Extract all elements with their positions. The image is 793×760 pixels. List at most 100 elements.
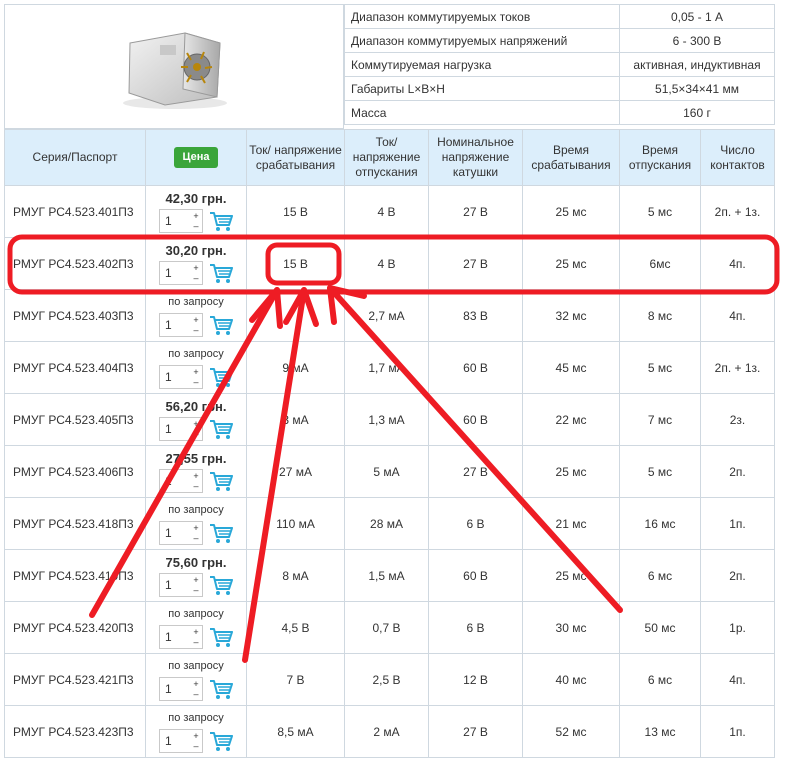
quantity-input[interactable]: 1 (160, 422, 190, 436)
release-value: 1,3 мА (344, 393, 429, 446)
quantity-input[interactable]: 1 (160, 682, 190, 696)
quantity-input[interactable]: 1 (160, 630, 190, 644)
cart-icon[interactable] (209, 314, 233, 336)
qty-minus-button[interactable]: – (190, 533, 202, 543)
cart-icon[interactable] (209, 626, 233, 648)
col-header-price: Цена (145, 129, 247, 186)
spec-value: активная, индуктивная (619, 52, 775, 77)
qty-minus-button[interactable]: – (190, 377, 202, 387)
qty-plus-button[interactable]: + (190, 679, 202, 689)
cart-icon[interactable] (209, 678, 233, 700)
quantity-stepper[interactable]: 1 + – (159, 520, 203, 545)
qty-plus-button[interactable]: + (190, 367, 202, 377)
coil-value: 27 В (428, 445, 523, 498)
cart-icon[interactable] (209, 574, 233, 596)
qty-plus-button[interactable]: + (190, 575, 202, 585)
stepper-buttons: + – (190, 419, 202, 439)
product-name: РМУГ РС4.523.420П3 (4, 601, 146, 654)
quantity-stepper[interactable]: 1 + – (159, 468, 203, 493)
qty-minus-button[interactable]: – (190, 689, 202, 699)
qty-minus-button[interactable]: – (190, 325, 202, 335)
qty-minus-button[interactable]: – (190, 429, 202, 439)
rel-time-value: 5 мс (619, 341, 701, 394)
table-row: РМУГ РС4.523.406П3 27,55 грн. 1 + – 27 мА 5 мА… (4, 445, 775, 498)
quantity-stepper[interactable]: 1 + – (159, 364, 203, 389)
qty-plus-button[interactable]: + (190, 263, 202, 273)
contacts-value: 1п. (700, 705, 775, 758)
product-price: по запросу (168, 607, 224, 620)
release-value: 0,7 В (344, 601, 429, 654)
coil-value: 60 В (428, 341, 523, 394)
op-time-value: 25 мс (522, 445, 620, 498)
op-time-value: 21 мс (522, 497, 620, 550)
product-price: 30,20 грн. (165, 242, 227, 258)
qty-plus-button[interactable]: + (190, 731, 202, 741)
qty-minus-button[interactable]: – (190, 481, 202, 491)
qty-plus-button[interactable]: + (190, 627, 202, 637)
col-header-coil: Номинальное напряжение катушки (428, 129, 523, 186)
qty-minus-button[interactable]: – (190, 585, 202, 595)
contacts-value: 1п. (700, 497, 775, 550)
quantity-input[interactable]: 1 (160, 526, 190, 540)
quantity-stepper[interactable]: 1 + – (159, 208, 203, 233)
cart-icon[interactable] (209, 418, 233, 440)
quantity-input[interactable]: 1 (160, 474, 190, 488)
quantity-stepper[interactable]: 1 + – (159, 728, 203, 753)
price-cell: по запросу 1 + – (145, 289, 247, 342)
quantity-input[interactable]: 1 (160, 318, 190, 332)
product-name: РМУГ РС4.523.421П3 (4, 653, 146, 706)
cart-icon[interactable] (209, 730, 233, 752)
quantity-stepper[interactable]: 1 + – (159, 312, 203, 337)
cart-icon[interactable] (209, 522, 233, 544)
stepper-buttons: + – (190, 575, 202, 595)
quantity-input[interactable]: 1 (160, 734, 190, 748)
product-price: 75,60 грн. (165, 554, 227, 570)
coil-value: 6 В (428, 497, 523, 550)
qty-minus-button[interactable]: – (190, 273, 202, 283)
qty-minus-button[interactable]: – (190, 221, 202, 231)
quantity-input[interactable]: 1 (160, 266, 190, 280)
op-time-value: 40 мс (522, 653, 620, 706)
op-time-value: 52 мс (522, 705, 620, 758)
quantity-stepper[interactable]: 1 + – (159, 416, 203, 441)
cart-icon[interactable] (209, 262, 233, 284)
table-header-row: Серия/Паспорт Цена Ток/ напряжение сраба… (4, 129, 775, 186)
quantity-input[interactable]: 1 (160, 370, 190, 384)
quantity-stepper[interactable]: 1 + – (159, 572, 203, 597)
pickup-value: 27 мА (246, 445, 345, 498)
spec-key: Коммутируемая нагрузка (344, 52, 620, 77)
pickup-value (246, 289, 345, 342)
qty-plus-button[interactable]: + (190, 471, 202, 481)
pickup-value: 8,5 мА (246, 705, 345, 758)
stepper-buttons: + – (190, 627, 202, 647)
spec-value: 51,5×34×41 мм (619, 76, 775, 101)
price-cell: 75,60 грн. 1 + – (145, 549, 247, 602)
quantity-stepper[interactable]: 1 + – (159, 676, 203, 701)
qty-minus-button[interactable]: – (190, 741, 202, 751)
quantity-stepper[interactable]: 1 + – (159, 624, 203, 649)
spec-value: 160 г (619, 100, 775, 125)
qty-minus-button[interactable]: – (190, 637, 202, 647)
pickup-value: 7 В (246, 653, 345, 706)
coil-value: 60 В (428, 549, 523, 602)
coil-value: 60 В (428, 393, 523, 446)
quantity-stepper[interactable]: 1 + – (159, 260, 203, 285)
qty-plus-button[interactable]: + (190, 211, 202, 221)
cart-icon[interactable] (209, 366, 233, 388)
quantity-input[interactable]: 1 (160, 578, 190, 592)
quantity-input[interactable]: 1 (160, 214, 190, 228)
spec-row: Диапазон коммутируемых токов 0,05 - 1 А (344, 4, 775, 29)
product-name: РМУГ РС4.523.419П3 (4, 549, 146, 602)
qty-plus-button[interactable]: + (190, 419, 202, 429)
cart-icon[interactable] (209, 210, 233, 232)
quantity-control: 1 + – (159, 312, 233, 337)
pickup-value: 110 мА (246, 497, 345, 550)
qty-plus-button[interactable]: + (190, 315, 202, 325)
col-header-pickup: Ток/ напряжение срабатывания (246, 129, 345, 186)
price-cell: 42,30 грн. 1 + – (145, 185, 247, 238)
cart-icon[interactable] (209, 470, 233, 492)
qty-plus-button[interactable]: + (190, 523, 202, 533)
price-cell: по запросу 1 + – (145, 653, 247, 706)
coil-value: 27 В (428, 185, 523, 238)
contacts-value: 2п. + 1з. (700, 341, 775, 394)
